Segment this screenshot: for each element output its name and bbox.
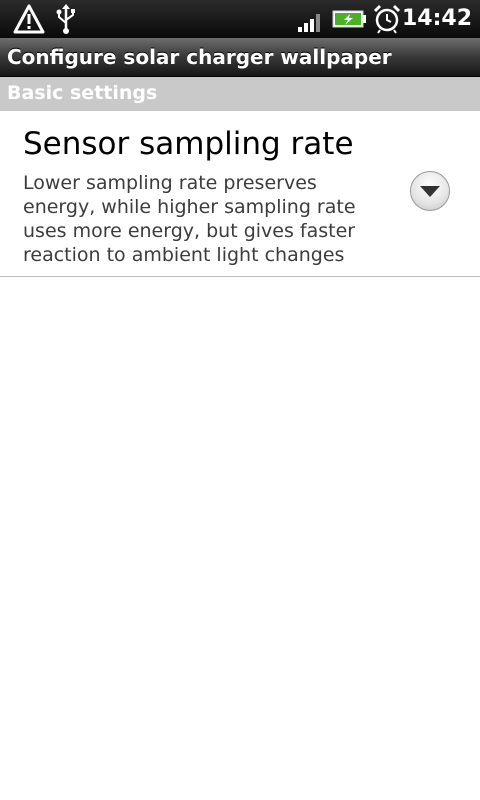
usb-icon xyxy=(56,4,75,34)
status-time: 14:42 xyxy=(401,6,472,31)
title-bar: Configure solar charger wallpaper xyxy=(0,38,480,77)
battery-charging-icon xyxy=(332,10,366,28)
preference-item-sensor-sampling-rate[interactable]: Sensor sampling rate Lower sampling rate… xyxy=(0,111,480,277)
alarm-icon xyxy=(373,4,401,34)
chevron-down-icon xyxy=(420,186,440,197)
warning-icon xyxy=(13,4,45,34)
status-bar: 14:42 xyxy=(0,0,480,38)
preference-summary: Lower sampling rate preserves energy, wh… xyxy=(23,172,356,266)
preference-title: Sensor sampling rate xyxy=(23,126,354,162)
page-title: Configure solar charger wallpaper xyxy=(7,45,392,69)
section-header-label: Basic settings xyxy=(7,82,158,104)
section-header: Basic settings xyxy=(0,77,480,111)
signal-icon xyxy=(298,14,320,32)
dropdown-button[interactable] xyxy=(410,171,450,211)
